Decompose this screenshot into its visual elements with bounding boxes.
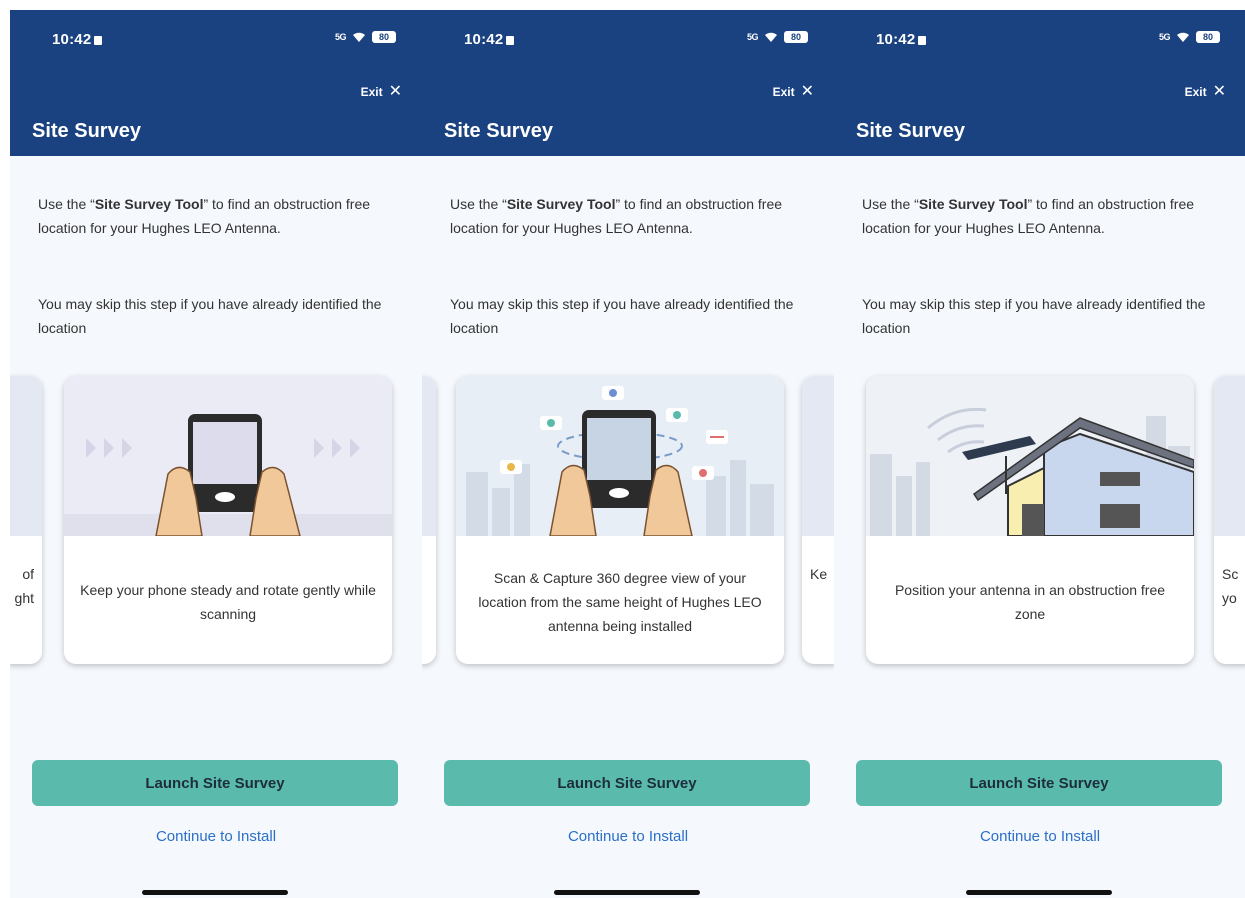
card-caption: Keep your phone steady and rotate gently… (80, 582, 376, 622)
status-time: 10:42 (464, 31, 515, 48)
status-time: 10:42 (52, 31, 103, 48)
wifi-icon (765, 32, 777, 42)
exit-button[interactable]: Exit ✕ (773, 84, 814, 100)
exit-label: Exit (360, 85, 383, 99)
skip-text: You may skip this step if you have alrea… (862, 296, 1206, 336)
home-indicator (966, 890, 1112, 895)
exit-label: Exit (772, 85, 795, 99)
app-header: 10:42 5G 80 Exit ✕ Site Survey (10, 10, 422, 156)
app-header: 10:42 5G 80 Exit ✕ Site Survey (422, 10, 834, 156)
exit-button[interactable]: Exit ✕ (361, 84, 402, 100)
phone-360-scan-illustration (456, 376, 784, 536)
tool-name: Site Survey Tool (506, 196, 616, 212)
wifi-icon (1177, 32, 1189, 42)
carousel-card[interactable]: Scan & Capture 360 degree view of your l… (456, 376, 784, 664)
home-indicator (554, 890, 700, 895)
continue-install-link[interactable]: Continue to Install (422, 828, 834, 845)
launch-survey-button[interactable]: Launch Site Survey (32, 760, 398, 806)
phone-screen-1: 10:42 5G 80 Exit ✕ Site Survey Use the “… (10, 10, 422, 898)
carousel-card[interactable]: Keep your phone steady and rotate gently… (64, 376, 392, 664)
status-bar: 10:42 5G 80 (422, 10, 834, 72)
lock-icon (94, 36, 103, 45)
app-header: 10:42 5G 80 Exit ✕ Site Survey (834, 10, 1245, 156)
battery-icon: 80 (784, 31, 808, 43)
intro-text: Use the “Site Survey Tool” to find an ob… (38, 196, 371, 236)
signal-icon: 5G (1158, 32, 1171, 42)
continue-install-link[interactable]: Continue to Install (10, 828, 422, 845)
intro-text: Use the “Site Survey Tool” to find an ob… (450, 196, 783, 236)
carousel-card[interactable]: Position your antenna in an obstruction … (866, 376, 1194, 664)
tool-name: Site Survey Tool (918, 196, 1028, 212)
tool-name: Site Survey Tool (94, 196, 204, 212)
phone-screen-2: 10:42 5G 80 Exit ✕ Site Survey Use the “… (422, 10, 834, 898)
home-indicator (142, 890, 288, 895)
phone-screen-3: 10:42 5G 80 Exit ✕ Site Survey Use the “… (834, 10, 1245, 898)
carousel-next-card[interactable]: Ke (802, 376, 834, 664)
prev-card-text: of ght (14, 566, 34, 606)
card-caption: Position your antenna in an obstruction … (894, 582, 1166, 622)
page-title: Site Survey (444, 120, 553, 142)
battery-icon: 80 (1196, 31, 1220, 43)
intro-text: Use the “Site Survey Tool” to find an ob… (862, 196, 1195, 236)
status-bar: 10:42 5G 80 (10, 10, 422, 72)
skip-text: You may skip this step if you have alrea… (38, 296, 382, 336)
battery-icon: 80 (372, 31, 396, 43)
close-icon: ✕ (388, 83, 402, 100)
lock-icon (506, 36, 515, 45)
antenna-house-illustration (866, 376, 1194, 536)
carousel-prev-card[interactable]: of ght (10, 376, 42, 664)
status-bar: 10:42 5G 80 (834, 10, 1245, 72)
page-title: Site Survey (856, 120, 965, 142)
status-time: 10:42 (876, 31, 927, 48)
carousel-prev-card[interactable] (422, 376, 436, 664)
launch-survey-button[interactable]: Launch Site Survey (856, 760, 1222, 806)
signal-icon: 5G (746, 32, 759, 42)
continue-install-link[interactable]: Continue to Install (834, 828, 1245, 845)
skip-text: You may skip this step if you have alrea… (450, 296, 794, 336)
exit-button[interactable]: Exit ✕ (1185, 84, 1226, 100)
page-title: Site Survey (32, 120, 141, 142)
card-caption: Scan & Capture 360 degree view of your l… (478, 570, 762, 634)
status-icons: 5G 80 (1159, 30, 1220, 44)
carousel-next-card[interactable]: Sc yo (1214, 376, 1245, 664)
exit-label: Exit (1184, 85, 1207, 99)
launch-survey-button[interactable]: Launch Site Survey (444, 760, 810, 806)
close-icon: ✕ (800, 83, 814, 100)
wifi-icon (353, 32, 365, 42)
next-card-text: Sc yo (1222, 566, 1239, 606)
status-icons: 5G 80 (335, 30, 396, 44)
phone-steady-illustration (64, 376, 392, 536)
lock-icon (918, 36, 927, 45)
close-icon: ✕ (1212, 83, 1226, 100)
signal-icon: 5G (334, 32, 347, 42)
next-card-text: Ke (810, 566, 828, 582)
status-icons: 5G 80 (747, 30, 808, 44)
